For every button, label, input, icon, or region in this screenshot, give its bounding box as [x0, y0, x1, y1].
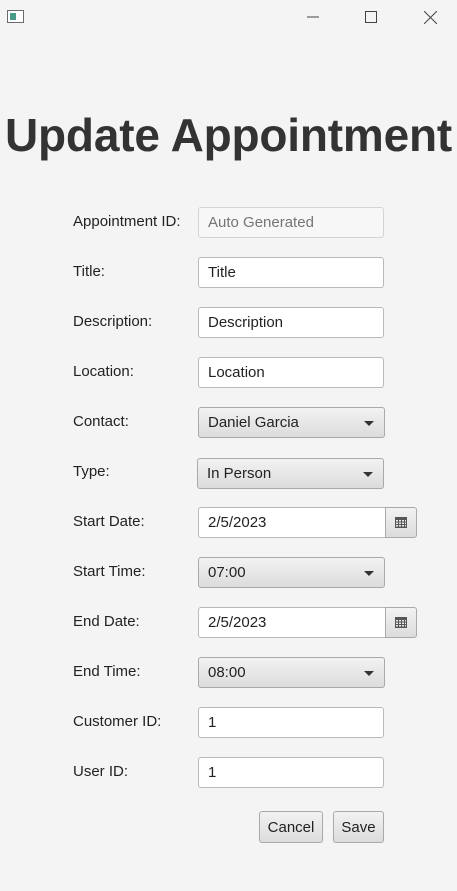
end-time-label: End Time:: [73, 663, 141, 680]
close-button[interactable]: [407, 0, 453, 34]
minimize-button[interactable]: [290, 0, 336, 34]
location-label: Location:: [73, 363, 134, 380]
close-icon: [423, 10, 437, 24]
chevron-down-icon: [364, 421, 374, 426]
end-time-selected-value: 08:00: [208, 664, 246, 681]
type-dropdown[interactable]: In Person: [197, 458, 384, 489]
contact-dropdown[interactable]: Daniel Garcia: [198, 407, 385, 438]
contact-label: Contact:: [73, 413, 129, 430]
chevron-down-icon: [364, 571, 374, 576]
minimize-icon: [307, 16, 319, 18]
chevron-down-icon: [364, 671, 374, 676]
chevron-down-icon: [363, 472, 373, 477]
appointment-id-field: [198, 207, 384, 238]
user-id-label: User ID:: [73, 763, 129, 780]
start-time-selected-value: 07:00: [208, 564, 246, 581]
maximize-icon: [365, 11, 377, 23]
description-field[interactable]: [198, 307, 384, 338]
customer-id-label: Customer ID:: [73, 713, 162, 730]
end-date-field[interactable]: [198, 607, 386, 638]
page-title: Update Appointment: [5, 109, 452, 161]
end-date-label: End Date:: [73, 613, 140, 630]
start-time-label: Start Time:: [73, 563, 146, 580]
title-field[interactable]: [198, 257, 384, 288]
end-time-dropdown[interactable]: 08:00: [198, 657, 385, 688]
appointment-id-label: Appointment ID:: [73, 213, 181, 230]
customer-id-field[interactable]: [198, 707, 384, 738]
cancel-button[interactable]: Cancel: [259, 811, 323, 843]
location-field[interactable]: [198, 357, 384, 388]
type-label: Type:: [73, 463, 110, 480]
end-date-picker-button[interactable]: [385, 607, 417, 638]
window-titlebar: [0, 0, 457, 34]
calendar-icon: [395, 617, 407, 628]
start-date-field[interactable]: [198, 507, 386, 538]
save-button[interactable]: Save: [333, 811, 384, 843]
title-label: Title:: [73, 263, 105, 280]
window-app-icon: [7, 10, 24, 23]
user-id-field[interactable]: [198, 757, 384, 788]
type-selected-value: In Person: [207, 465, 272, 482]
contact-selected-value: Daniel Garcia: [208, 414, 299, 431]
calendar-icon: [395, 517, 407, 528]
start-time-dropdown[interactable]: 07:00: [198, 557, 385, 588]
start-date-label: Start Date:: [73, 513, 145, 530]
start-date-picker-button[interactable]: [385, 507, 417, 538]
description-label: Description:: [73, 313, 153, 330]
maximize-button[interactable]: [348, 0, 394, 34]
